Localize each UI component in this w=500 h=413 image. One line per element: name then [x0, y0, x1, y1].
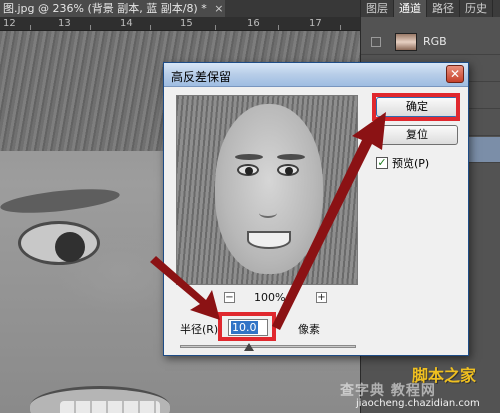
channel-row-rgb[interactable]: RGB	[361, 29, 500, 55]
radius-slider-track[interactable]	[180, 345, 356, 348]
tab-channels[interactable]: 通道	[394, 0, 427, 17]
ruler-tick	[215, 25, 216, 30]
visibility-toggle-icon[interactable]	[371, 36, 381, 47]
document-tab[interactable]: 图.jpg @ 236% (背景 副本, 蓝 副本/8) * ×	[0, 0, 225, 17]
tab-paths[interactable]: 路径	[427, 0, 460, 17]
tab-history[interactable]: 历史	[460, 0, 493, 17]
tab-bar-empty	[225, 0, 360, 17]
horizontal-ruler: 12 13 14 15 16 17	[0, 17, 360, 31]
channel-thumbnail	[395, 32, 417, 51]
canvas-eye	[18, 221, 100, 265]
preview-eyebrow	[277, 154, 305, 160]
radius-slider-thumb[interactable]	[244, 343, 254, 351]
ruler-number: 12	[3, 18, 16, 29]
channel-label: RGB	[423, 35, 447, 48]
close-tab-icon[interactable]: ×	[214, 2, 223, 15]
ruler-tick	[150, 25, 151, 30]
preview-label: 预览(P)	[392, 157, 430, 170]
ruler-tick	[30, 25, 31, 30]
radius-label: 半径(R):	[180, 323, 222, 336]
zoom-level: 100%	[254, 291, 286, 304]
checkbox-check-icon[interactable]: ✓	[376, 157, 388, 169]
ruler-tick	[90, 25, 91, 30]
preview-checkbox[interactable]: ✓ 预览(P)	[376, 155, 429, 171]
canvas-eyebrow	[0, 184, 121, 218]
preview-nose	[259, 208, 277, 218]
zoom-in-button[interactable]: +	[316, 292, 327, 303]
ruler-number: 16	[247, 18, 260, 29]
ruler-number: 13	[58, 18, 71, 29]
photoshop-workspace: 图.jpg @ 236% (背景 副本, 蓝 副本/8) * × 12 13 1…	[0, 0, 500, 413]
ruler-tick	[340, 25, 341, 30]
zoom-out-button[interactable]: −	[224, 292, 235, 303]
preview-eyebrow	[235, 154, 263, 160]
ruler-number: 14	[120, 18, 133, 29]
tab-layers[interactable]: 图层	[361, 0, 394, 17]
document-title: 图.jpg @ 236% (背景 副本, 蓝 副本/8) *	[3, 2, 207, 15]
zoom-controls: − 100% +	[176, 291, 358, 305]
preview-mouth	[247, 231, 291, 249]
watermark-chazidian: 查字典 教程网	[340, 383, 436, 399]
watermark-url: jiaocheng.chazidian.com	[356, 398, 480, 409]
canvas-iris	[55, 232, 85, 262]
close-button[interactable]: ✕	[446, 65, 464, 83]
preview-eye	[277, 164, 299, 176]
ok-highlight-box	[372, 93, 460, 121]
ruler-number: 17	[309, 18, 322, 29]
ruler-tick	[278, 25, 279, 30]
canvas-teeth	[60, 401, 160, 413]
reset-button[interactable]: 复位	[376, 125, 458, 145]
dialog-title: 高反差保留	[171, 70, 232, 84]
panel-tabs: 图层 通道 路径 历史	[361, 0, 500, 17]
preview-eye	[237, 164, 259, 176]
radius-unit: 像素	[298, 323, 320, 336]
dialog-titlebar[interactable]: 高反差保留 ✕	[164, 63, 468, 87]
radius-highlight-box	[218, 312, 276, 341]
filter-preview[interactable]	[176, 95, 358, 285]
ruler-number: 15	[180, 18, 193, 29]
